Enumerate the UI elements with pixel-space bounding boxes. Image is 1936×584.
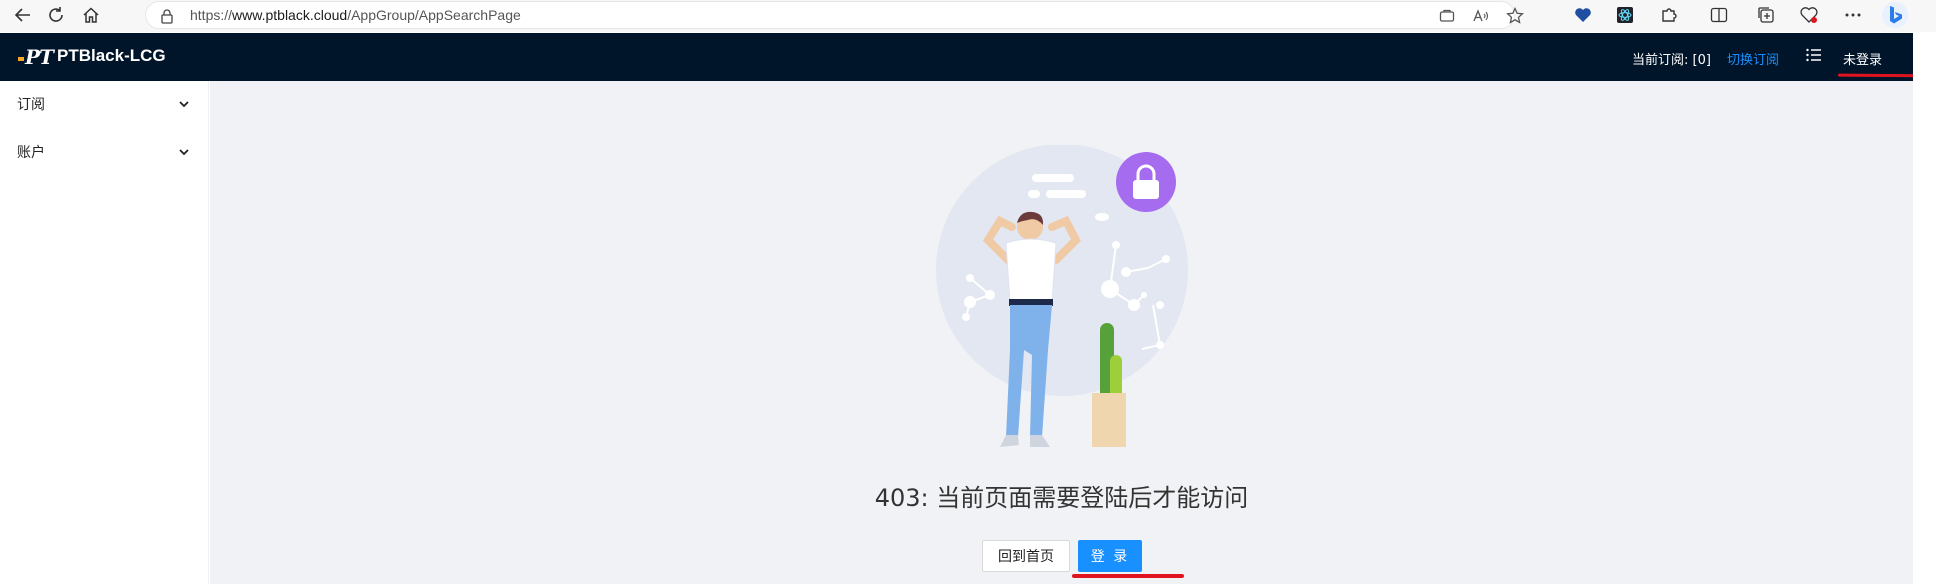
app-available-icon[interactable] — [1436, 6, 1458, 26]
sidebar-item-account[interactable]: 账户 — [0, 130, 209, 170]
error-message: 403: 当前页面需要登陆后才能访问 — [874, 484, 1249, 512]
split-screen-icon[interactable] — [1704, 2, 1734, 28]
current-subscription-text: 当前订阅: [0] — [1632, 53, 1711, 68]
browser-toolbar: https://www.ptblack.cloud/AppGroup/AppSe… — [0, 0, 1936, 32]
collections-icon[interactable] — [1751, 2, 1781, 28]
login-status-link[interactable]: 未登录 — [1843, 49, 1882, 68]
annotation-underline — [1072, 574, 1184, 578]
sidebar-item-subscription[interactable]: 订阅 — [0, 82, 209, 122]
sidebar-item-label: 账户 — [17, 145, 45, 161]
sidebar-item-label: 订阅 — [17, 97, 45, 113]
switch-subscription-link[interactable]: 切换订阅 — [1727, 49, 1779, 68]
sidebar: 订阅 账户 — [0, 81, 209, 584]
chevron-down-icon — [178, 143, 192, 157]
chevron-down-icon — [178, 95, 192, 109]
browser-essentials-icon[interactable] — [1794, 2, 1824, 28]
more-options-icon[interactable] — [1838, 2, 1868, 28]
home-icon[interactable] — [76, 2, 106, 28]
extension-react-icon[interactable] — [1610, 2, 1640, 28]
address-bar[interactable]: https://www.ptblack.cloud/AppGroup/AppSe… — [145, 1, 1524, 29]
back-icon[interactable] — [8, 2, 38, 28]
refresh-icon[interactable] — [41, 2, 71, 28]
extensions-puzzle-icon[interactable] — [1654, 2, 1684, 28]
app-title[interactable]: PTBlack-LCG — [57, 46, 166, 66]
access-denied-illustration — [936, 145, 1188, 447]
url-text: https://www.ptblack.cloud/AppGroup/AppSe… — [190, 7, 521, 23]
read-aloud-icon[interactable] — [1470, 6, 1492, 26]
page-right-margin — [1913, 33, 1936, 584]
list-menu-icon[interactable] — [1805, 47, 1825, 65]
bing-copilot-icon[interactable] — [1880, 2, 1910, 28]
login-button[interactable]: 登 录 — [1078, 540, 1142, 572]
lock-icon — [160, 8, 174, 28]
extension-heart-icon[interactable] — [1568, 2, 1598, 28]
app-logo[interactable]: PT — [18, 45, 54, 69]
app-header: PT PTBlack-LCG 当前订阅: [0] 切换订阅 未登录 — [0, 33, 1913, 81]
back-home-button[interactable]: 回到首页 — [982, 540, 1070, 572]
favorite-star-icon[interactable] — [1504, 6, 1526, 26]
